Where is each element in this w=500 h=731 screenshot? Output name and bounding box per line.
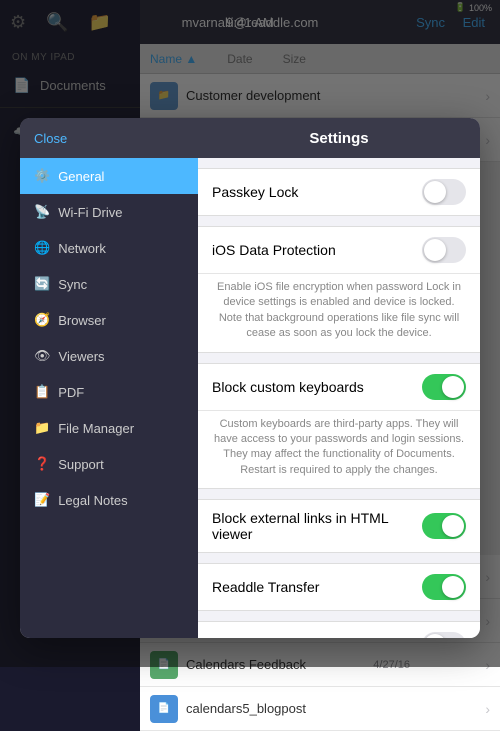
file-manager-nav-icon: 📁 — [34, 420, 50, 436]
block-keyboards-row: Block custom keyboards — [198, 364, 480, 411]
browser-nav-icon: 🧭 — [34, 312, 50, 328]
settings-title: Settings — [309, 130, 368, 147]
indexing-group: Indexing Allows to search for text in st… — [198, 621, 480, 638]
indexing-row: Indexing — [198, 622, 480, 638]
ios-protection-group: iOS Data Protection Enable iOS file encr… — [198, 226, 480, 353]
nav-item-network[interactable]: 🌐 Network — [20, 230, 198, 266]
nav-item-pdf[interactable]: 📋 PDF — [20, 374, 198, 410]
table-row[interactable]: 📄 calendars5_blogpost › — [140, 687, 500, 731]
passkey-lock-toggle[interactable] — [422, 179, 466, 205]
nav-item-label: Network — [58, 241, 106, 256]
nav-item-wifi-drive[interactable]: 📡 Wi-Fi Drive — [20, 194, 198, 230]
readdle-transfer-label: Readdle Transfer — [212, 579, 422, 595]
wifi-nav-icon: 📡 — [34, 204, 50, 220]
pdf-nav-icon: 📋 — [34, 384, 50, 400]
nav-item-label: Wi-Fi Drive — [58, 205, 122, 220]
legal-nav-icon: 📝 — [34, 492, 50, 508]
block-keyboards-group: Block custom keyboards Custom keyboards … — [198, 363, 480, 490]
nav-item-sync[interactable]: 🔄 Sync — [20, 266, 198, 302]
nav-item-label: PDF — [58, 385, 84, 400]
ios-protection-description: Enable iOS file encryption when password… — [198, 274, 480, 352]
file-icon: 📄 — [150, 695, 178, 723]
ios-protection-label: iOS Data Protection — [212, 242, 422, 258]
nav-item-viewers[interactable]: 👁 Viewers — [20, 338, 198, 374]
readdle-transfer-toggle[interactable] — [422, 574, 466, 600]
settings-right-content: Settings Passkey Lock iOS Data Protectio… — [198, 118, 480, 638]
nav-item-general[interactable]: ⚙️ General — [20, 158, 198, 194]
nav-item-label: Support — [58, 457, 104, 472]
nav-item-label: Sync — [58, 277, 87, 292]
sync-nav-icon: 🔄 — [34, 276, 50, 292]
passkey-lock-group: Passkey Lock — [198, 168, 480, 216]
nav-item-label: Viewers — [59, 349, 105, 364]
nav-item-browser[interactable]: 🧭 Browser — [20, 302, 198, 338]
ios-protection-toggle[interactable] — [422, 237, 466, 263]
passkey-lock-row: Passkey Lock — [198, 169, 480, 215]
indexing-toggle[interactable] — [422, 632, 466, 638]
indexing-label: Indexing — [212, 637, 422, 638]
ios-protection-row: iOS Data Protection — [198, 227, 480, 274]
nav-item-label: Legal Notes — [58, 493, 127, 508]
network-nav-icon: 🌐 — [34, 240, 50, 256]
passkey-lock-label: Passkey Lock — [212, 184, 422, 200]
block-links-toggle[interactable] — [422, 513, 466, 539]
nav-item-support[interactable]: ❓ Support — [20, 446, 198, 482]
block-links-group: Block external links in HTML viewer — [198, 499, 480, 553]
file-name: calendars5_blogpost — [186, 701, 306, 716]
viewers-nav-icon: 👁 — [34, 348, 51, 364]
settings-left-nav: Close ⚙️ General 📡 Wi-Fi Drive 🌐 Network… — [20, 118, 198, 638]
block-keyboards-description: Custom keyboards are third-party apps. T… — [198, 411, 480, 489]
nav-item-file-manager[interactable]: 📁 File Manager — [20, 410, 198, 446]
settings-header: Settings — [198, 118, 480, 158]
chevron-right-icon: › — [485, 701, 490, 717]
nav-item-label: Browser — [58, 313, 106, 328]
readdle-transfer-group: Readdle Transfer — [198, 563, 480, 611]
block-links-label: Block external links in HTML viewer — [212, 510, 422, 542]
settings-modal: Close ⚙️ General 📡 Wi-Fi Drive 🌐 Network… — [20, 118, 480, 638]
settings-left-header: Close — [20, 118, 198, 158]
readdle-transfer-row: Readdle Transfer — [198, 564, 480, 610]
block-keyboards-label: Block custom keyboards — [212, 379, 422, 395]
support-nav-icon: ❓ — [34, 456, 50, 472]
gear-nav-icon: ⚙️ — [34, 168, 50, 184]
close-button[interactable]: Close — [34, 131, 67, 146]
nav-item-legal-notes[interactable]: 📝 Legal Notes — [20, 482, 198, 518]
block-links-row: Block external links in HTML viewer — [198, 500, 480, 552]
nav-item-label: File Manager — [58, 421, 134, 436]
block-keyboards-toggle[interactable] — [422, 374, 466, 400]
nav-item-label: General — [58, 169, 104, 184]
